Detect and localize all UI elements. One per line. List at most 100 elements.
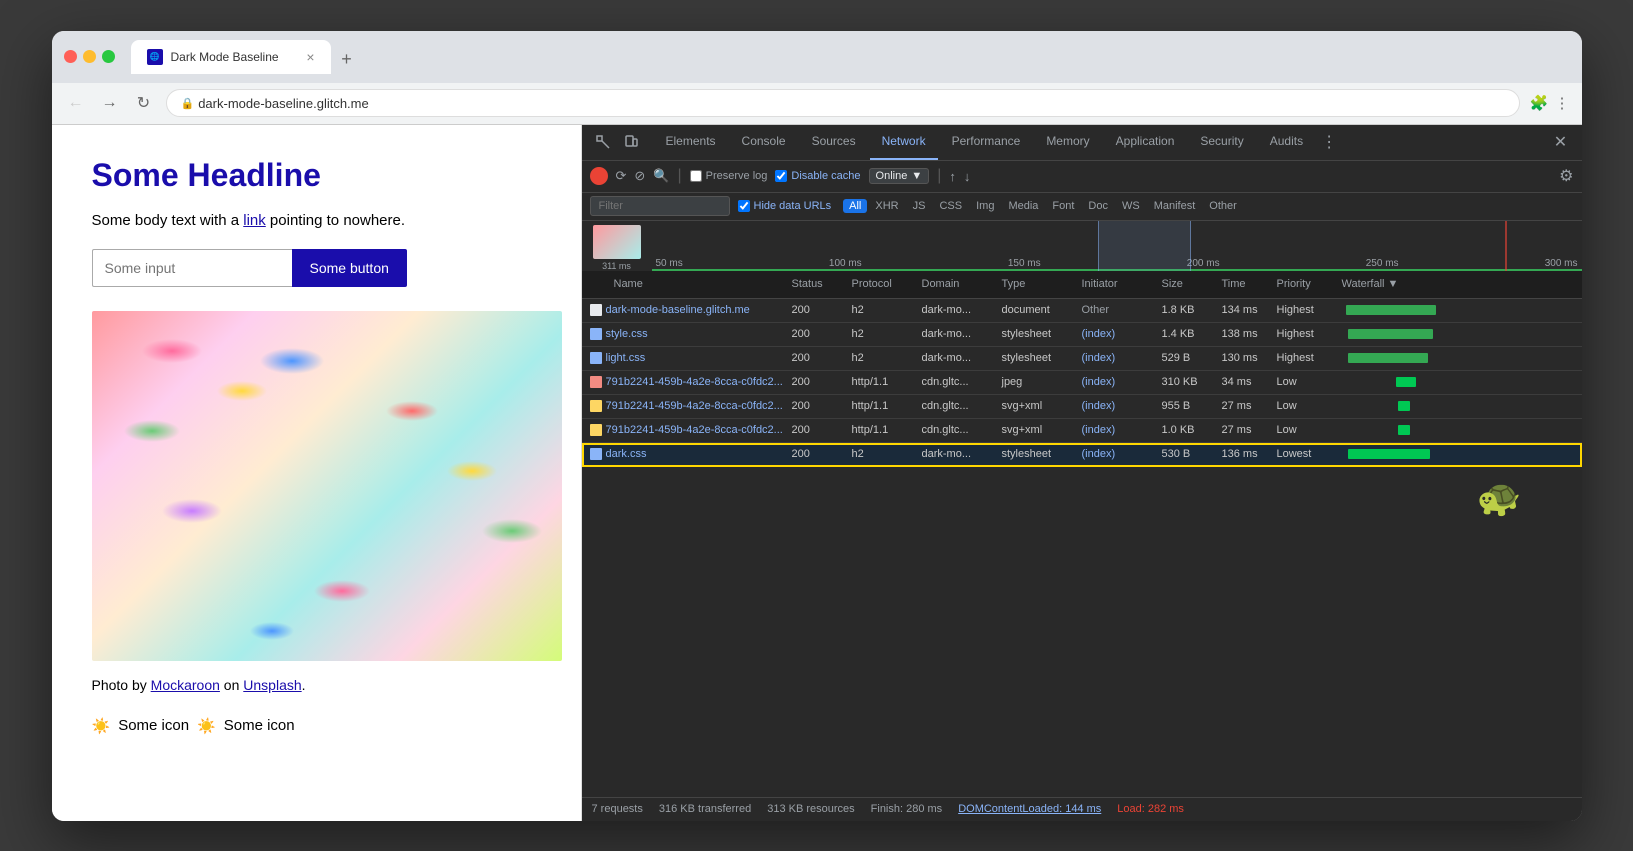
search-button[interactable]: 🔍 [653, 168, 669, 184]
table-header: Name Status Protocol Domain Type Initiat… [582, 271, 1582, 299]
filter-ws[interactable]: WS [1116, 199, 1146, 213]
filter-all[interactable]: All [843, 199, 867, 213]
tab-network[interactable]: Network [870, 125, 938, 161]
row-initiator-6: (index) [1082, 424, 1162, 436]
lock-icon: 🔒 [181, 97, 195, 110]
icon-label-1: Some icon [118, 717, 189, 734]
filter-js[interactable]: JS [907, 199, 932, 213]
address-bar-actions: 🧩 ⋮ [1530, 94, 1570, 112]
tab-application[interactable]: Application [1104, 125, 1187, 161]
table-row[interactable]: style.css 200 h2 dark-mo... stylesheet (… [582, 323, 1582, 347]
row-name-5: 791b2241-459b-4a2e-8cca-c0fdc2... [582, 400, 792, 412]
tab-close-button[interactable]: × [306, 49, 314, 65]
col-header-type[interactable]: Type [1002, 278, 1082, 290]
filter-doc[interactable]: Doc [1082, 199, 1114, 213]
table-row[interactable]: 791b2241-459b-4a2e-8cca-c0fdc2... 200 ht… [582, 371, 1582, 395]
inspect-element-button[interactable] [590, 129, 616, 155]
tab-security[interactable]: Security [1188, 125, 1255, 161]
filter-button[interactable]: ⊘ [634, 168, 645, 184]
tab-sources[interactable]: Sources [800, 125, 868, 161]
throttle-select[interactable]: Online ▼ [869, 168, 930, 184]
tab-console[interactable]: Console [730, 125, 798, 161]
upload-icon[interactable]: ↑ [949, 169, 956, 184]
disable-cache-group: Disable cache [775, 170, 860, 182]
some-input[interactable] [92, 249, 292, 287]
devtools-tabs: Elements Console Sources Network Perform… [654, 125, 1316, 161]
waterfall-bar-4 [1396, 377, 1416, 387]
tab-performance[interactable]: Performance [940, 125, 1033, 161]
close-traffic-light[interactable] [64, 50, 77, 63]
devtools-more-tabs[interactable]: ⋮ [1321, 132, 1337, 152]
row-waterfall-7 [1342, 449, 1582, 459]
col-header-size[interactable]: Size [1162, 278, 1222, 290]
table-row[interactable]: dark-mode-baseline.glitch.me 200 h2 dark… [582, 299, 1582, 323]
row-icon-5 [590, 400, 602, 412]
clear-button[interactable]: ⟳ [616, 168, 627, 184]
table-row[interactable]: 791b2241-459b-4a2e-8cca-c0fdc2... 200 ht… [582, 419, 1582, 443]
row-domain-5: cdn.gltc... [922, 400, 1002, 412]
filter-media[interactable]: Media [1002, 199, 1044, 213]
body-link[interactable]: link [243, 212, 266, 229]
table-row[interactable]: dark.css 200 h2 dark-mo... stylesheet (i… [582, 443, 1582, 467]
col-header-status[interactable]: Status [792, 278, 852, 290]
settings-button[interactable]: ⚙ [1559, 166, 1573, 186]
refresh-button[interactable]: ↻ [132, 91, 156, 115]
filter-css[interactable]: CSS [933, 199, 968, 213]
tab-elements[interactable]: Elements [654, 125, 728, 161]
row-domain-7: dark-mo... [922, 448, 1002, 460]
extensions-icon[interactable]: 🧩 [1530, 94, 1549, 112]
hide-data-urls-label: Hide data URLs [754, 200, 832, 212]
menu-icon[interactable]: ⋮ [1555, 94, 1570, 112]
record-button[interactable] [590, 167, 608, 185]
photo-credit-site[interactable]: Unsplash [243, 677, 301, 693]
col-header-time[interactable]: Time [1222, 278, 1277, 290]
col-header-priority[interactable]: Priority [1277, 278, 1342, 290]
status-load: Load: 282 ms [1117, 803, 1184, 815]
col-header-domain[interactable]: Domain [922, 278, 1002, 290]
status-dom-content-loaded[interactable]: DOMContentLoaded: 144 ms [958, 803, 1101, 815]
tab-audits[interactable]: Audits [1258, 125, 1315, 161]
row-waterfall-2 [1342, 329, 1582, 339]
disable-cache-label: Disable cache [791, 170, 860, 182]
disable-cache-checkbox[interactable] [775, 170, 787, 182]
candy-image [92, 311, 562, 661]
device-toggle-button[interactable] [618, 129, 644, 155]
table-row[interactable]: light.css 200 h2 dark-mo... stylesheet (… [582, 347, 1582, 371]
input-row: Some button [92, 249, 541, 287]
filter-input[interactable] [590, 196, 730, 216]
row-waterfall-6 [1342, 425, 1582, 435]
row-size-3: 529 B [1162, 352, 1222, 364]
page-body-text: Some body text with a link pointing to n… [92, 212, 541, 229]
address-input[interactable]: 🔒 dark-mode-baseline.glitch.me [166, 89, 1520, 117]
filter-manifest[interactable]: Manifest [1148, 199, 1202, 213]
back-button[interactable]: ← [64, 91, 88, 115]
preserve-log-checkbox[interactable] [690, 170, 702, 182]
photo-credit: Photo by Mockaroon on Unsplash. [92, 677, 541, 693]
col-header-initiator[interactable]: Initiator [1082, 278, 1162, 290]
timing-100ms: 100 ms [829, 258, 862, 269]
tab-bar: 🌐 Dark Mode Baseline × + [131, 40, 1570, 74]
some-button[interactable]: Some button [292, 249, 407, 287]
col-header-protocol[interactable]: Protocol [852, 278, 922, 290]
hide-data-urls-checkbox[interactable] [738, 200, 750, 212]
new-tab-button[interactable]: + [333, 46, 361, 74]
filter-xhr[interactable]: XHR [869, 199, 904, 213]
maximize-traffic-light[interactable] [102, 50, 115, 63]
table-row[interactable]: 791b2241-459b-4a2e-8cca-c0fdc2... 200 ht… [582, 395, 1582, 419]
row-domain-3: dark-mo... [922, 352, 1002, 364]
filter-other[interactable]: Other [1203, 199, 1243, 213]
photo-credit-author[interactable]: Mockaroon [151, 677, 220, 693]
download-icon[interactable]: ↓ [964, 169, 971, 184]
col-header-waterfall[interactable]: Waterfall ▼ [1342, 278, 1582, 290]
row-name-4: 791b2241-459b-4a2e-8cca-c0fdc2... [582, 376, 792, 388]
tab-memory[interactable]: Memory [1034, 125, 1101, 161]
filter-font[interactable]: Font [1046, 199, 1080, 213]
minimize-traffic-light[interactable] [83, 50, 96, 63]
active-tab[interactable]: 🌐 Dark Mode Baseline × [131, 40, 331, 74]
row-time-5: 27 ms [1222, 400, 1277, 412]
col-header-name[interactable]: Name [582, 278, 792, 290]
page-image [92, 311, 562, 661]
forward-button[interactable]: → [98, 91, 122, 115]
devtools-close-button[interactable]: ✕ [1548, 129, 1574, 155]
filter-img[interactable]: Img [970, 199, 1000, 213]
